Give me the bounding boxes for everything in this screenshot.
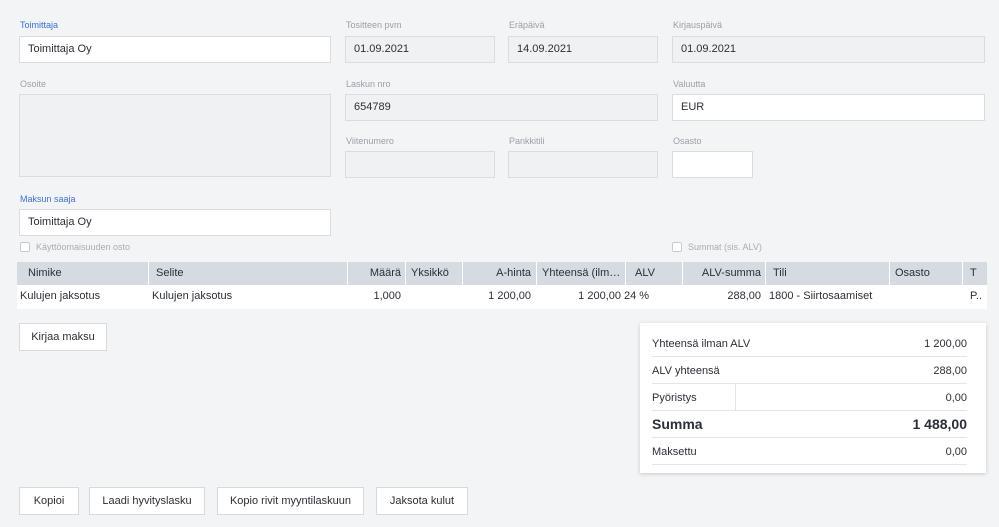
totals-paid-label: Maksettu [652, 446, 697, 458]
invoice-no-label: Laskun nro [346, 79, 391, 89]
cell-unit[interactable] [411, 285, 461, 309]
copy-button[interactable]: Kopioi [19, 487, 79, 515]
totals-vat-value: 288,00 [933, 365, 967, 377]
table-row[interactable]: Kulujen jaksotus Kulujen jaksotus 1,000 … [17, 285, 987, 309]
checkbox-box[interactable] [20, 242, 30, 252]
totals-excl-vat-value: 1 200,00 [924, 338, 967, 350]
bank-account-field[interactable] [508, 151, 658, 178]
totals-sum-value: 1 488,00 [912, 416, 968, 432]
supplier-input[interactable]: Toimittaja Oy [19, 36, 331, 63]
allocate-costs-button[interactable]: Jaksota kulut [376, 487, 468, 515]
column-header-t[interactable]: T [970, 262, 984, 285]
sums-incl-vat-checkbox-label: Summat (sis. ALV) [688, 242, 762, 252]
currency-select[interactable]: EUR [672, 94, 985, 121]
column-header-description[interactable]: Selite [156, 262, 336, 285]
column-header-vat[interactable]: ALV [635, 262, 675, 285]
fixed-asset-checkbox[interactable]: Käyttöomaisuuden osto [20, 242, 130, 252]
book-payment-button[interactable]: Kirjaa maksu [19, 323, 107, 351]
copy-rows-to-sales-invoice-button[interactable]: Kopio rivit myyntilaskuun [217, 487, 364, 515]
totals-row-excl-vat: Yhteensä ilman ALV 1 200,00 [652, 331, 967, 357]
totals-vat-label: ALV yhteensä [652, 365, 720, 377]
column-header-total-excl-vat[interactable]: Yhteensä (ilm… [542, 262, 624, 285]
column-header-department[interactable]: Osasto [895, 262, 955, 285]
address-field[interactable] [19, 94, 331, 177]
totals-sum-label: Summa [652, 416, 703, 432]
cell-quantity[interactable]: 1,000 [353, 285, 401, 309]
cell-vat[interactable]: 24 % [624, 285, 664, 309]
currency-label: Valuutta [673, 79, 706, 89]
checkbox-box[interactable] [672, 242, 682, 252]
sums-incl-vat-checkbox[interactable]: Summat (sis. ALV) [672, 242, 762, 252]
totals-row-vat: ALV yhteensä 288,00 [652, 357, 967, 384]
address-label: Osoite [20, 79, 47, 89]
department-label: Osasto [673, 136, 702, 146]
column-header-unit[interactable]: Yksikkö [411, 262, 461, 285]
payee-input[interactable]: Toimittaja Oy [19, 209, 331, 236]
booking-date-label: Kirjauspäivä [673, 20, 723, 30]
due-date-field[interactable]: 14.09.2021 [508, 36, 658, 63]
voucher-date-label: Tositteen pvm [346, 20, 402, 30]
payee-label: Maksun saaja [20, 194, 76, 204]
reference-no-field[interactable] [345, 151, 495, 178]
cell-unit-price[interactable]: 1 200,00 [469, 285, 531, 309]
column-header-item[interactable]: Nimike [28, 262, 138, 285]
cell-department[interactable] [895, 285, 955, 309]
column-header-account[interactable]: Tili [773, 262, 883, 285]
invoice-no-field[interactable]: 654789 [345, 94, 658, 121]
totals-row-rounding: Pyöristys 0,00 [652, 384, 967, 411]
cell-total-excl-vat[interactable]: 1 200,00 [542, 285, 621, 309]
due-date-label: Eräpäivä [509, 20, 545, 30]
totals-panel: Yhteensä ilman ALV 1 200,00 ALV yhteensä… [640, 323, 986, 473]
table-header: Nimike Selite Määrä Yksikkö A-hinta Yhte… [17, 262, 987, 285]
totals-row-paid: Maksettu 0,00 [652, 438, 967, 465]
cell-item[interactable]: Kulujen jaksotus [20, 285, 145, 309]
totals-row-sum: Summa 1 488,00 [652, 411, 967, 438]
totals-paid-value: 0,00 [945, 446, 967, 458]
column-header-vat-amount[interactable]: ALV-summa [689, 262, 761, 285]
credit-note-button[interactable]: Laadi hyvityslasku [89, 487, 205, 515]
voucher-date-field[interactable]: 01.09.2021 [345, 36, 495, 63]
column-header-unit-price[interactable]: A-hinta [469, 262, 531, 285]
totals-rounding-label: Pyöristys [652, 392, 697, 404]
supplier-label: Toimittaja [20, 20, 59, 30]
cell-description[interactable]: Kulujen jaksotus [152, 285, 342, 309]
column-header-quantity[interactable]: Määrä [353, 262, 401, 285]
booking-date-field[interactable]: 01.09.2021 [672, 36, 985, 63]
totals-excl-vat-label: Yhteensä ilman ALV [652, 338, 751, 350]
fixed-asset-checkbox-label: Käyttöomaisuuden osto [36, 242, 131, 252]
department-input[interactable] [672, 151, 753, 178]
reference-no-label: Viitenumero [346, 136, 394, 146]
cell-account[interactable]: 1800 - Siirtosaamiset [769, 285, 887, 309]
cell-t[interactable]: P.. [970, 285, 986, 309]
bank-account-label: Pankkitili [509, 136, 545, 146]
totals-rounding-input[interactable]: 0,00 [946, 392, 967, 404]
cell-vat-amount[interactable]: 288,00 [689, 285, 761, 309]
